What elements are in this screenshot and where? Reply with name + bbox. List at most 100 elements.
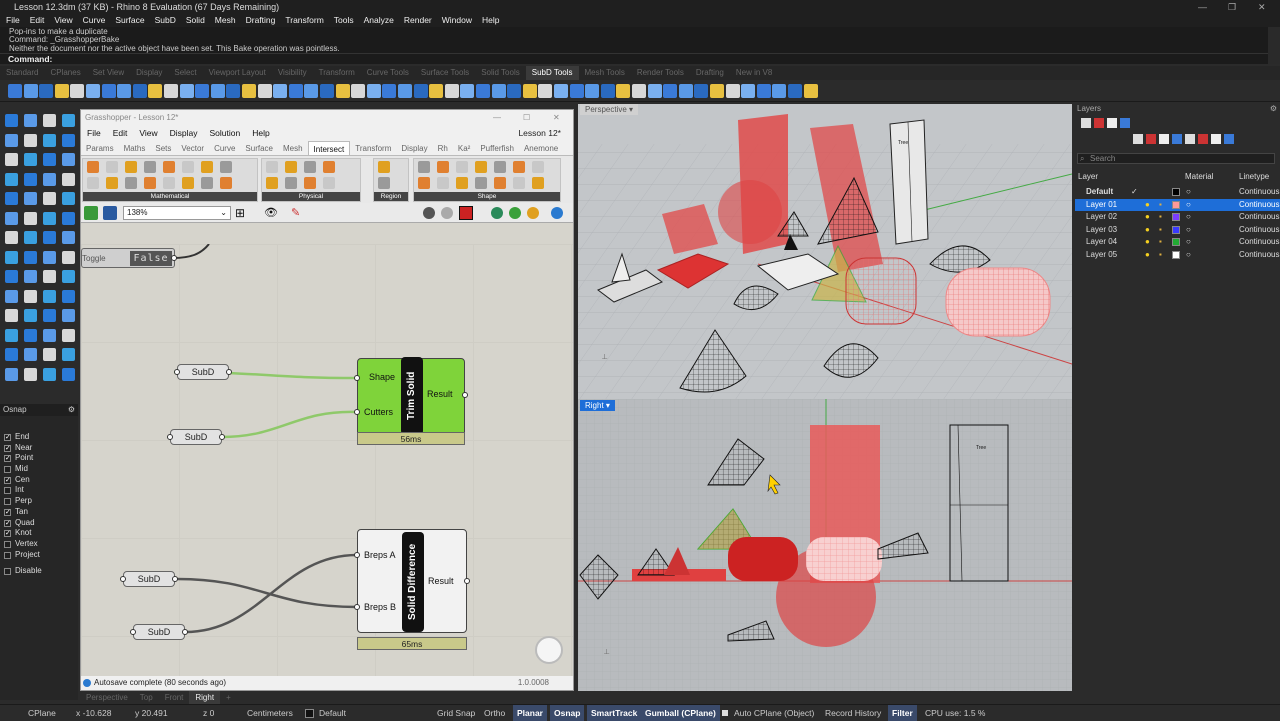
toolbar-tool-icon[interactable]	[694, 84, 709, 98]
preview-mode-icon[interactable]	[423, 207, 435, 219]
tab-display[interactable]: Display	[130, 66, 168, 80]
layer-tool-icon[interactable]	[1120, 118, 1130, 128]
subd-param[interactable]: SubD	[133, 624, 185, 640]
tab-solid-tools[interactable]: Solid Tools	[475, 66, 526, 80]
left-tool-icon[interactable]	[62, 211, 75, 225]
layer-tool-icon[interactable]	[1133, 134, 1143, 144]
lock-icon[interactable]: ▪	[1159, 249, 1162, 262]
gh-component-icon[interactable]	[532, 177, 544, 189]
left-tool-icon[interactable]	[43, 309, 56, 322]
gh-tab[interactable]: Params	[81, 141, 119, 155]
toolbar-tool-icon[interactable]	[23, 84, 38, 98]
checkbox-icon[interactable]: ✓	[4, 434, 11, 441]
left-tool-icon[interactable]	[62, 367, 75, 381]
left-tool-icon[interactable]	[24, 289, 37, 303]
gh-tab[interactable]: Rh	[433, 141, 453, 155]
save-icon[interactable]	[103, 206, 117, 220]
grid-snap-toggle[interactable]: Grid Snap	[437, 705, 475, 721]
output-pin[interactable]	[464, 578, 470, 584]
ortho-toggle[interactable]: Ortho	[484, 705, 505, 721]
checkbox-icon[interactable]: ✓	[4, 530, 11, 538]
toolbar-tool-icon[interactable]	[772, 84, 787, 98]
menu-curve[interactable]: Curve	[77, 14, 110, 27]
canvas-navigation-icon[interactable]	[535, 636, 563, 664]
toolbar-tool-icon[interactable]	[132, 84, 147, 98]
output-pin[interactable]	[172, 576, 178, 582]
left-tool-icon[interactable]	[43, 153, 56, 166]
gh-menu-help[interactable]: Help	[246, 126, 275, 141]
layer-color-swatch[interactable]	[1172, 200, 1180, 209]
toolbar-tool-icon[interactable]	[632, 84, 646, 98]
tab-render-tools[interactable]: Render Tools	[631, 66, 690, 80]
osnap-item-perp[interactable]: Perp	[0, 496, 78, 507]
gh-tab[interactable]: Curve	[209, 141, 240, 155]
osnap-item-point[interactable]: ✓ Point	[0, 453, 78, 464]
gh-tab[interactable]: Mesh	[278, 141, 308, 155]
toolbar-tool-icon[interactable]	[710, 84, 724, 98]
minimize-icon[interactable]: —	[493, 110, 501, 126]
vp-tab-front[interactable]: Front	[159, 691, 190, 704]
material-icon[interactable]: ○	[1186, 186, 1191, 199]
autocplane-toggle[interactable]: Auto CPlane (Object)	[734, 705, 814, 721]
layer-row[interactable]: Layer 04 ● ▪ ○ Continuous	[1075, 236, 1280, 249]
toolbar-tool-icon[interactable]	[429, 84, 444, 98]
tab-visibility[interactable]: Visibility	[272, 66, 313, 80]
menu-tools[interactable]: Tools	[328, 14, 358, 27]
left-tool-icon[interactable]	[5, 192, 18, 205]
left-tool-icon[interactable]	[43, 172, 56, 186]
layer-color-swatch[interactable]	[1172, 225, 1180, 234]
toolbar-tool-icon[interactable]	[803, 84, 818, 98]
gh-component-icon[interactable]	[532, 161, 544, 173]
tab-transform[interactable]: Transform	[313, 66, 361, 80]
toolbar-tool-icon[interactable]	[756, 84, 771, 98]
tab-curve-tools[interactable]: Curve Tools	[361, 66, 415, 80]
tab-new-in-v8[interactable]: New in V8	[730, 66, 778, 80]
gh-tab[interactable]: Vector	[176, 141, 209, 155]
toolbar-tool-icon[interactable]	[569, 84, 584, 98]
gh-component-icon[interactable]	[106, 161, 118, 173]
input-pin[interactable]	[354, 604, 360, 610]
left-tool-icon[interactable]	[62, 114, 75, 127]
output-pin[interactable]	[182, 629, 188, 635]
left-tool-icon[interactable]	[24, 133, 37, 147]
zoom-extents-icon[interactable]: ⊞	[235, 206, 245, 220]
gh-component-icon[interactable]	[182, 177, 194, 189]
gh-component-icon[interactable]	[201, 177, 213, 189]
left-tool-icon[interactable]	[62, 172, 75, 186]
shaded-mode-icon[interactable]	[459, 206, 473, 220]
material-icon[interactable]: ○	[1186, 236, 1191, 249]
gh-component-icon[interactable]	[106, 177, 118, 189]
command-scrollbar[interactable]	[1268, 27, 1280, 64]
left-tool-icon[interactable]	[5, 250, 18, 264]
layer-color-swatch[interactable]	[1172, 251, 1180, 259]
gh-tab[interactable]: Sets	[150, 141, 176, 155]
gh-component-icon[interactable]	[323, 161, 335, 173]
left-tool-icon[interactable]	[62, 133, 75, 147]
gh-tab[interactable]: Transform	[350, 141, 396, 155]
toolbar-tool-icon[interactable]	[678, 84, 693, 98]
left-tool-icon[interactable]	[62, 289, 75, 303]
osnap-item-cen[interactable]: ✓ Cen	[0, 475, 78, 486]
checkbox-icon[interactable]: ✓	[4, 508, 11, 516]
left-tool-icon[interactable]	[5, 309, 18, 322]
menu-window[interactable]: Window	[436, 14, 476, 27]
left-tool-icon[interactable]	[5, 153, 18, 166]
input-pin[interactable]	[354, 375, 360, 381]
gh-tab[interactable]: Surface	[240, 141, 278, 155]
layer-row[interactable]: Layer 01 ● ▪ ○ Continuous	[1075, 198, 1280, 212]
tab-subd-tools[interactable]: SubD Tools	[525, 66, 579, 80]
lock-icon[interactable]: ▪	[1159, 236, 1162, 249]
gh-tab-intersect[interactable]: Intersect	[307, 141, 351, 155]
left-tool-icon[interactable]	[62, 192, 75, 205]
zoom-select[interactable]: 138% ⌄	[123, 206, 231, 220]
gumball-toggle[interactable]: Gumball (CPlane)	[641, 705, 720, 721]
toolbar-tool-icon[interactable]	[616, 84, 631, 98]
selected-only-icon[interactable]	[527, 207, 539, 219]
menu-edit[interactable]: Edit	[24, 14, 49, 27]
left-tool-icon[interactable]	[43, 348, 56, 361]
wireframe-mode-icon[interactable]	[441, 207, 453, 219]
toolbar-tool-icon[interactable]	[600, 84, 615, 98]
toolbar-tool-icon[interactable]	[663, 84, 678, 98]
layers-search-input[interactable]: ⌕ Search	[1077, 153, 1275, 164]
toolbar-tool-icon[interactable]	[54, 84, 69, 98]
